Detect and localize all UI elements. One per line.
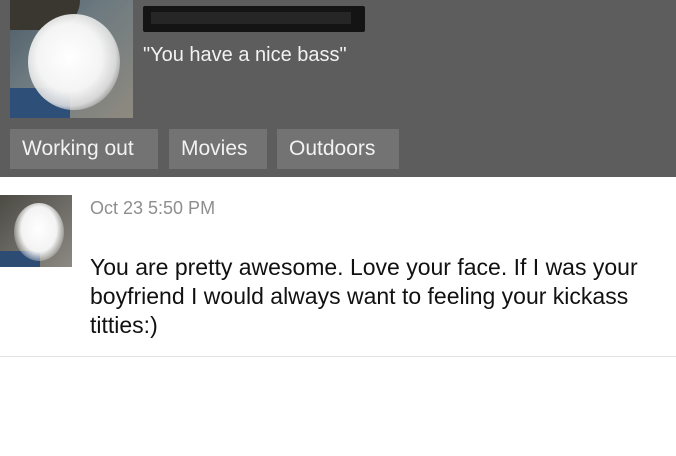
profile-quote: "You have a nice bass" (143, 44, 347, 66)
interest-tag-outdoors[interactable]: Outdoors (277, 129, 399, 169)
interest-tag-working-out[interactable]: Working out (10, 129, 158, 169)
message-timestamp: Oct 23 5:50 PM (90, 198, 216, 218)
message-text: You are pretty awesome. Love your face. … (90, 254, 638, 338)
message-divider (0, 356, 676, 357)
redacted-username (143, 6, 365, 32)
profile-photo[interactable] (10, 0, 133, 118)
sender-avatar[interactable] (0, 195, 72, 267)
interest-tag-movies[interactable]: Movies (169, 129, 267, 169)
avatar-face-blur (14, 203, 64, 261)
profile-header: "You have a nice bass" Working out Movie… (0, 0, 676, 177)
message-row[interactable]: Oct 23 5:50 PM You are pretty awesome. L… (0, 177, 676, 357)
face-blur-overlay (28, 14, 120, 110)
